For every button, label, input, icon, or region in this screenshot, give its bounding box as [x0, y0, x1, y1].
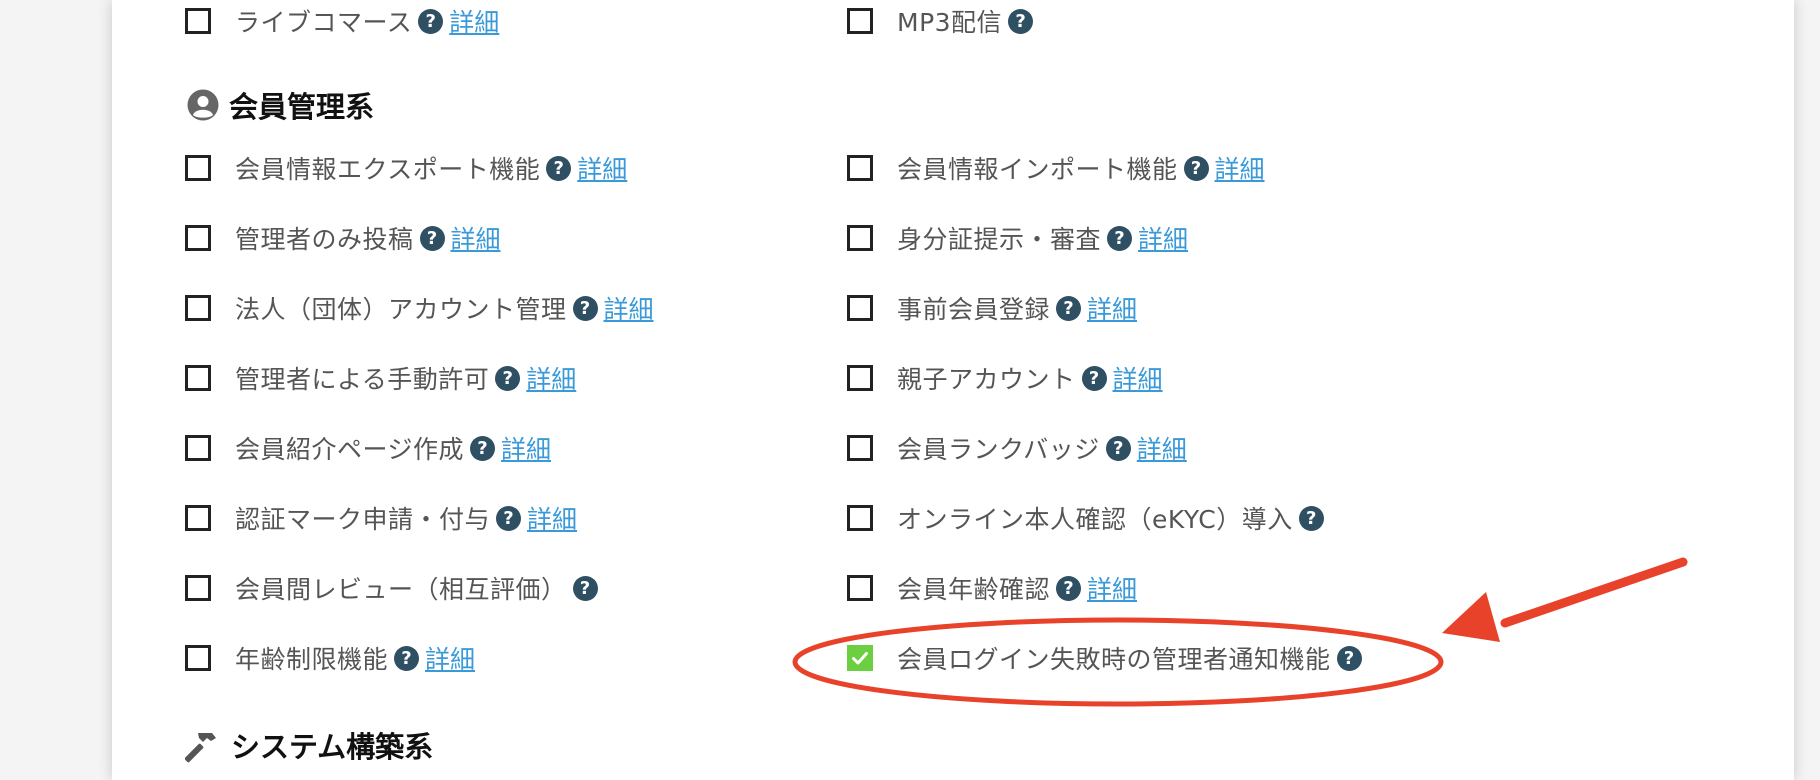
help-icon[interactable]: ?	[419, 225, 445, 251]
help-icon[interactable]: ?	[572, 575, 598, 601]
detail-link[interactable]: 詳細	[577, 150, 627, 186]
help-icon[interactable]: ?	[1056, 295, 1082, 321]
checkbox[interactable]	[185, 155, 211, 181]
help-icon[interactable]: ?	[496, 505, 522, 531]
detail-link[interactable]: 詳細	[451, 220, 501, 256]
option-label: 年齢制限機能	[235, 645, 389, 674]
checkbox[interactable]	[847, 505, 873, 531]
option-item[interactable]: 会員間レビュー（相互評価）?	[185, 571, 598, 605]
option-label: 管理者による手動許可	[235, 365, 490, 394]
checkbox[interactable]	[847, 155, 873, 181]
section-header-system: システム構築系	[185, 725, 433, 765]
checkbox[interactable]	[185, 295, 211, 321]
section-title: 会員管理系	[229, 90, 375, 124]
option-item[interactable]: 管理者のみ投稿? 詳細	[185, 221, 501, 255]
option-item[interactable]: 事前会員登録? 詳細	[847, 291, 1137, 325]
option-label: 会員ランクバッジ	[897, 435, 1100, 464]
option-label: 会員ログイン失敗時の管理者通知機能	[897, 645, 1331, 674]
help-icon[interactable]: ?	[470, 435, 496, 461]
help-icon[interactable]: ?	[1056, 575, 1082, 601]
help-icon[interactable]: ?	[1336, 645, 1362, 671]
option-label: 親子アカウント	[897, 365, 1076, 394]
detail-link[interactable]: 詳細	[604, 290, 654, 326]
checkbox[interactable]	[185, 225, 211, 251]
help-icon[interactable]: ?	[1183, 155, 1209, 181]
option-mp3[interactable]: MP3配信 ?	[847, 4, 1034, 38]
option-label: 管理者のみ投稿	[235, 225, 414, 254]
help-icon[interactable]: ?	[546, 155, 572, 181]
help-icon[interactable]: ?	[1008, 8, 1034, 34]
checkbox[interactable]	[847, 365, 873, 391]
option-label: 事前会員登録	[897, 295, 1051, 324]
option-item[interactable]: 会員年齢確認? 詳細	[847, 571, 1137, 605]
check-icon	[852, 652, 868, 665]
section-title: システム構築系	[231, 730, 434, 764]
option-item[interactable]: 会員ログイン失敗時の管理者通知機能?	[847, 641, 1362, 675]
help-icon[interactable]: ?	[394, 645, 420, 671]
detail-link[interactable]: 詳細	[1215, 150, 1265, 186]
option-label: 法人（団体）アカウント管理	[235, 295, 567, 324]
help-icon[interactable]: ?	[495, 365, 521, 391]
detail-link[interactable]: 詳細	[1138, 220, 1188, 256]
hammer-icon	[185, 733, 216, 763]
option-label: MP3配信	[897, 8, 1003, 37]
detail-link[interactable]: 詳細	[526, 360, 576, 396]
option-item[interactable]: 認証マーク申請・付与? 詳細	[185, 501, 577, 535]
detail-link[interactable]: 詳細	[1137, 430, 1187, 466]
option-label: 会員情報インポート機能	[897, 155, 1178, 184]
detail-link[interactable]: 詳細	[449, 3, 499, 39]
checkbox[interactable]	[185, 505, 211, 531]
option-live-commerce[interactable]: ライブコマース ? 詳細	[185, 4, 499, 38]
option-item[interactable]: 親子アカウント? 詳細	[847, 361, 1163, 395]
option-label: 会員情報エクスポート機能	[235, 155, 541, 184]
detail-link[interactable]: 詳細	[527, 500, 577, 536]
page-background-right	[1794, 0, 1820, 780]
checkbox[interactable]	[185, 365, 211, 391]
help-icon[interactable]: ?	[1107, 225, 1133, 251]
option-label: 会員紹介ページ作成	[235, 435, 465, 464]
option-item[interactable]: 管理者による手動許可? 詳細	[185, 361, 576, 395]
option-item[interactable]: 会員情報インポート機能? 詳細	[847, 151, 1265, 185]
detail-link[interactable]: 詳細	[501, 430, 551, 466]
option-item[interactable]: 会員ランクバッジ? 詳細	[847, 431, 1187, 465]
checkbox[interactable]	[185, 575, 211, 601]
checkbox[interactable]	[847, 575, 873, 601]
option-label: オンライン本人確認（eKYC）導入	[897, 505, 1293, 534]
option-item[interactable]: 身分証提示・審査? 詳細	[847, 221, 1188, 255]
checkbox[interactable]	[847, 295, 873, 321]
help-icon[interactable]: ?	[1298, 505, 1324, 531]
checkbox[interactable]	[185, 435, 211, 461]
option-label: 会員年齢確認	[897, 575, 1051, 604]
option-label: 会員間レビュー（相互評価）	[235, 575, 567, 604]
option-item[interactable]: 会員情報エクスポート機能? 詳細	[185, 151, 627, 185]
help-icon[interactable]: ?	[572, 295, 598, 321]
checkbox[interactable]	[847, 8, 873, 34]
checkbox[interactable]	[185, 8, 211, 34]
detail-link[interactable]: 詳細	[1087, 290, 1137, 326]
option-label: ライブコマース	[235, 8, 413, 37]
checkbox[interactable]	[847, 225, 873, 251]
checkbox[interactable]	[185, 645, 211, 671]
detail-link[interactable]: 詳細	[1113, 360, 1163, 396]
page-background-left	[0, 0, 112, 780]
help-icon[interactable]: ?	[1081, 365, 1107, 391]
option-label: 身分証提示・審査	[897, 225, 1102, 254]
detail-link[interactable]: 詳細	[425, 640, 475, 676]
option-item[interactable]: 会員紹介ページ作成? 詳細	[185, 431, 551, 465]
detail-link[interactable]: 詳細	[1087, 570, 1137, 606]
user-circle-icon	[187, 89, 219, 121]
help-icon[interactable]: ?	[418, 8, 444, 34]
section-header-member: 会員管理系	[187, 85, 374, 125]
checkbox-checked[interactable]	[847, 645, 873, 671]
option-item[interactable]: オンライン本人確認（eKYC）導入?	[847, 501, 1324, 535]
option-item[interactable]: 年齢制限機能? 詳細	[185, 641, 475, 675]
option-label: 認証マーク申請・付与	[235, 505, 491, 534]
help-icon[interactable]: ?	[1105, 435, 1131, 461]
option-item[interactable]: 法人（団体）アカウント管理? 詳細	[185, 291, 654, 325]
checkbox[interactable]	[847, 435, 873, 461]
